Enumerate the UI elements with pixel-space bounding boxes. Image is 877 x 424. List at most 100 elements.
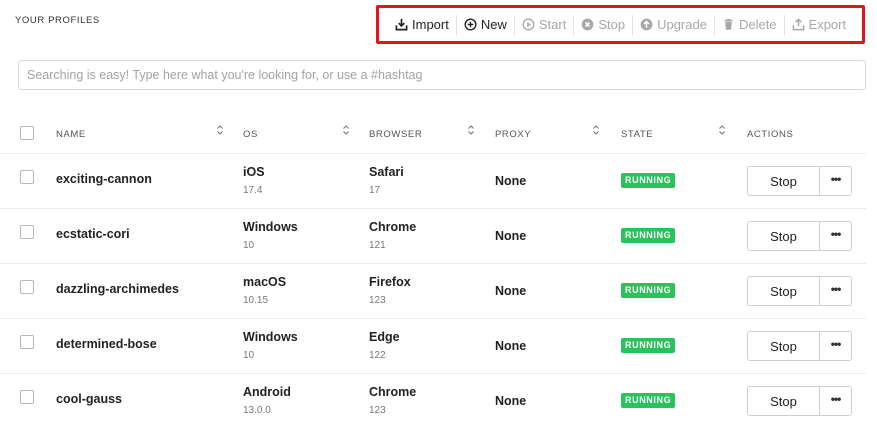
more-icon: ••• [830, 282, 842, 296]
browser-name: Firefox [369, 275, 411, 289]
os-version: 17.4 [243, 185, 263, 196]
proxy-value: None [495, 394, 527, 408]
browser-version: 122 [369, 350, 386, 361]
row-actions: Stop ••• [747, 386, 852, 416]
more-button[interactable]: ••• [820, 277, 851, 305]
more-button[interactable]: ••• [820, 222, 851, 250]
upgrade-icon [640, 18, 653, 31]
stop-button[interactable]: Stop [748, 277, 820, 305]
sort-icon[interactable] [342, 124, 350, 136]
export-label: Export [808, 17, 847, 32]
upgrade-label: Upgrade [657, 17, 707, 32]
delete-label: Delete [738, 17, 777, 32]
proxy-value: None [495, 229, 527, 243]
status-badge: RUNNING [621, 338, 676, 353]
stop-all-button[interactable]: Stop [574, 14, 632, 36]
profile-name[interactable]: exciting-cannon [56, 172, 152, 186]
more-button[interactable]: ••• [820, 167, 851, 195]
plus-circle-icon [464, 18, 477, 31]
sort-icon[interactable] [592, 124, 600, 136]
os-name: iOS [243, 165, 265, 179]
table-row[interactable]: ecstatic-cori Windows 10 Chrome 121 None… [0, 208, 866, 263]
section-title: YOUR PROFILES [15, 15, 100, 26]
profile-name[interactable]: ecstatic-cori [56, 227, 130, 241]
table-row[interactable]: dazzling-archimedes macOS 10.15 Firefox … [0, 263, 866, 318]
os-version: 10 [243, 240, 255, 251]
sort-icon[interactable] [216, 124, 224, 136]
browser-version: 17 [369, 185, 381, 196]
new-label: New [480, 17, 507, 32]
status-badge: RUNNING [621, 228, 676, 243]
search-input[interactable] [18, 60, 866, 90]
browser-name: Chrome [369, 385, 417, 399]
sort-icon[interactable] [718, 124, 726, 136]
column-header-actions: ACTIONS [747, 129, 794, 140]
os-version: 13.0.0 [243, 405, 271, 416]
stop-button[interactable]: Stop [748, 167, 820, 195]
import-label: Import [412, 17, 449, 32]
os-name: macOS [243, 275, 287, 289]
os-version: 10.15 [243, 295, 269, 306]
select-all-checkbox[interactable] [20, 126, 34, 140]
start-button[interactable]: Start [515, 14, 573, 36]
proxy-value: None [495, 339, 527, 353]
os-name: Windows [243, 330, 298, 344]
more-icon: ••• [830, 392, 842, 406]
profile-name[interactable]: determined-bose [56, 337, 157, 351]
profile-toolbar: Import New Start Stop Upgrade Delete Exp… [376, 5, 865, 44]
column-header-os[interactable]: OS [243, 129, 258, 140]
export-icon [792, 18, 804, 31]
column-header-browser[interactable]: BROWSER [369, 129, 422, 140]
status-badge: RUNNING [621, 393, 676, 408]
more-icon: ••• [830, 172, 842, 186]
more-button[interactable]: ••• [820, 332, 851, 360]
sort-icon[interactable] [467, 124, 475, 136]
stop-circle-icon [581, 18, 594, 31]
trash-icon [724, 19, 733, 30]
profile-name[interactable]: cool-gauss [56, 392, 122, 406]
column-header-proxy[interactable]: PROXY [495, 129, 531, 140]
delete-button[interactable]: Delete [715, 14, 784, 36]
play-circle-icon [522, 18, 535, 31]
new-button[interactable]: New [457, 14, 514, 36]
more-icon: ••• [830, 227, 842, 241]
import-icon [395, 18, 408, 31]
os-version: 10 [243, 350, 255, 361]
proxy-value: None [495, 284, 527, 298]
row-checkbox[interactable] [20, 280, 34, 294]
table-row[interactable]: exciting-cannon iOS 17.4 Safari 17 None … [0, 153, 866, 208]
status-badge: RUNNING [621, 283, 676, 298]
row-checkbox[interactable] [20, 225, 34, 239]
column-header-state[interactable]: STATE [621, 129, 653, 140]
row-checkbox[interactable] [20, 170, 34, 184]
table-row[interactable]: cool-gauss Android 13.0.0 Chrome 123 Non… [0, 373, 866, 424]
row-actions: Stop ••• [747, 331, 852, 361]
row-checkbox[interactable] [20, 390, 34, 404]
os-name: Windows [243, 220, 298, 234]
row-checkbox[interactable] [20, 335, 34, 349]
import-button[interactable]: Import [388, 14, 456, 36]
profile-name[interactable]: dazzling-archimedes [56, 282, 179, 296]
table-row[interactable]: determined-bose Windows 10 Edge 122 None… [0, 318, 866, 373]
stop-button[interactable]: Stop [748, 222, 820, 250]
browser-version: 121 [369, 240, 386, 251]
column-header-name[interactable]: NAME [56, 129, 86, 140]
row-actions: Stop ••• [747, 221, 852, 251]
browser-name: Edge [369, 330, 400, 344]
browser-name: Safari [369, 165, 404, 179]
row-actions: Stop ••• [747, 166, 852, 196]
more-icon: ••• [830, 337, 842, 351]
row-actions: Stop ••• [747, 276, 852, 306]
more-button[interactable]: ••• [820, 387, 851, 415]
start-label: Start [538, 17, 567, 32]
browser-version: 123 [369, 295, 386, 306]
browser-version: 123 [369, 405, 386, 416]
stop-button[interactable]: Stop [748, 332, 820, 360]
status-badge: RUNNING [621, 173, 676, 188]
os-name: Android [243, 385, 291, 399]
stop-button[interactable]: Stop [748, 387, 820, 415]
proxy-value: None [495, 174, 527, 188]
stop-label: Stop [598, 17, 626, 32]
export-button[interactable]: Export [785, 14, 854, 36]
upgrade-button[interactable]: Upgrade [633, 14, 714, 36]
